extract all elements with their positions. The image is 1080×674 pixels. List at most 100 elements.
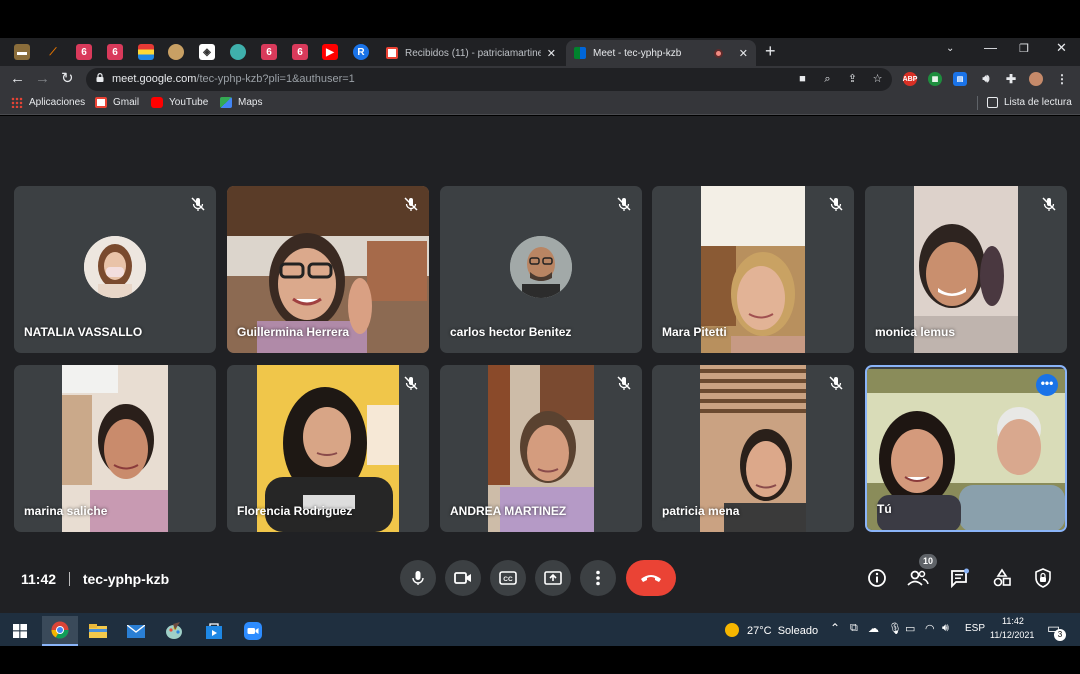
microphone-tray-icon[interactable]: 🎙︎ <box>888 622 902 635</box>
clock-date[interactable]: 11/12/2021 <box>990 630 1034 640</box>
address-bar[interactable]: meet.google.com/tec-yphp-kzb?pli=1&authu… <box>86 68 892 91</box>
participant-tile[interactable]: marina saliche <box>14 365 216 532</box>
bookmark-youtube[interactable]: YouTube <box>151 97 208 108</box>
participant-tile[interactable]: Mara Pitetti <box>652 186 854 353</box>
forward-button[interactable]: → <box>35 70 50 88</box>
close-tab-icon[interactable]: ✕ <box>739 47 748 60</box>
clock-time[interactable]: 11:42 <box>1002 616 1024 626</box>
participant-name: ANDREA MARTINEZ <box>450 504 567 518</box>
extensions-puzzle-icon[interactable]: ✚ <box>1004 72 1018 86</box>
taskbar-file-explorer[interactable] <box>80 616 116 646</box>
tab-search-icon[interactable]: ⌄ <box>946 43 954 54</box>
meeting-details-button[interactable] <box>866 567 888 589</box>
input-language[interactable]: ESP <box>965 623 985 634</box>
more-options-button[interactable]: ••• <box>1036 374 1058 396</box>
paint-palette-icon <box>166 622 182 639</box>
participant-tile[interactable]: Florencia Rodriguez <box>227 365 429 532</box>
participant-name: Florencia Rodriguez <box>237 504 353 518</box>
weather-widget[interactable]: 27°C Soleado <box>725 623 818 637</box>
recording-indicator-icon <box>713 48 723 58</box>
taskbar-paint[interactable] <box>156 616 192 646</box>
taskbar-mail[interactable] <box>118 616 154 646</box>
pinned-tab-icon[interactable]: 6 <box>76 44 92 60</box>
captions-button[interactable]: CC <box>490 560 526 596</box>
taskbar-chrome[interactable] <box>42 616 78 646</box>
restore-button[interactable]: ❐ <box>1019 42 1029 55</box>
bookmark-maps[interactable]: Maps <box>220 97 262 108</box>
profile-avatar[interactable] <box>1029 72 1043 86</box>
pinned-tab-icon[interactable]: 6 <box>107 44 123 60</box>
menu-kebab-icon[interactable]: ⋮ <box>1055 72 1069 86</box>
minimize-button[interactable]: — <box>984 40 997 55</box>
notification-count-badge: 3 <box>1054 629 1066 641</box>
participant-name: patricia mena <box>662 504 740 518</box>
apps-grid-icon <box>11 97 23 108</box>
zoom-icon[interactable]: ⌕ <box>821 73 834 86</box>
pinned-tab-icon[interactable] <box>230 44 246 60</box>
close-tab-icon[interactable]: ✕ <box>547 47 556 60</box>
pinned-tab-icon[interactable]: R <box>353 44 369 60</box>
meet-stage: NATALIA VASSALLO Guillermina Herrera car… <box>0 116 1080 613</box>
present-screen-button[interactable] <box>535 560 571 596</box>
participant-tile[interactable]: monica lemus <box>865 186 1067 353</box>
people-button[interactable] <box>907 567 929 589</box>
bookmarks-bar: Aplicaciones Gmail YouTube Maps Lista de… <box>0 93 1080 115</box>
youtube-tab-icon[interactable]: ▶ <box>322 44 338 60</box>
pinned-tab-icon[interactable]: ▬ <box>14 44 30 60</box>
chat-button[interactable] <box>949 567 971 589</box>
volume-icon[interactable]: 🔊︎ <box>942 622 949 635</box>
activities-button[interactable] <box>991 567 1013 589</box>
self-tile[interactable]: ••• Tú <box>865 365 1067 532</box>
pinned-tab-icon[interactable]: 6 <box>261 44 277 60</box>
reading-list-button[interactable]: Lista de lectura <box>987 97 1072 108</box>
grid-extension-icon[interactable]: ▦ <box>928 72 942 86</box>
participant-tile[interactable]: patricia mena <box>652 365 854 532</box>
participant-name: marina saliche <box>24 504 108 518</box>
bookmark-gmail[interactable]: Gmail <box>95 97 139 108</box>
leave-call-button[interactable] <box>626 560 676 596</box>
show-hidden-icons-chevron-icon[interactable]: ⌃ <box>830 621 840 635</box>
tab-gmail[interactable]: Recibidos (11) - patriciamartinez ✕ <box>378 40 564 66</box>
taskbar-zoom[interactable] <box>235 616 271 646</box>
tab-meet[interactable]: Meet - tec-yphp-kzb ✕ <box>566 40 756 66</box>
pinned-tab-icon[interactable] <box>138 44 154 60</box>
share-icon[interactable]: ⇪ <box>846 73 859 86</box>
new-tab-button[interactable]: + <box>765 42 776 60</box>
more-options-button[interactable] <box>580 560 616 596</box>
reload-button[interactable]: ↻ <box>61 70 74 88</box>
host-controls-button[interactable] <box>1032 567 1054 589</box>
activities-shapes-icon <box>993 568 1011 587</box>
battery-icon[interactable]: ▭ <box>905 622 915 635</box>
speaker-icon[interactable]: 🔊︎ <box>979 72 993 86</box>
pinned-tab-icon[interactable]: ⟋ <box>45 44 61 60</box>
adblock-plus-icon[interactable]: ABP <box>903 72 917 86</box>
participant-tile[interactable]: NATALIA VASSALLO <box>14 186 216 353</box>
bookmark-apps[interactable]: Aplicaciones <box>11 97 85 108</box>
close-window-button[interactable]: ✕ <box>1056 40 1067 56</box>
url-host: meet.google.com <box>112 73 197 85</box>
bookmark-star-icon[interactable]: ☆ <box>871 73 884 86</box>
gmail-icon <box>95 97 107 108</box>
screen-extension-icon[interactable]: ▤ <box>953 72 967 86</box>
participant-tile[interactable]: Guillermina Herrera <box>227 186 429 353</box>
mic-off-icon <box>404 197 418 211</box>
pinned-tab-icon[interactable]: 6 <box>292 44 308 60</box>
back-button[interactable]: ← <box>10 70 25 88</box>
microphone-button[interactable] <box>400 560 436 596</box>
onedrive-icon[interactable]: ☁ <box>868 622 879 635</box>
participant-tile[interactable]: ANDREA MARTINEZ <box>440 365 642 532</box>
meet-tray-icon[interactable]: ⧉ <box>850 622 858 635</box>
start-button[interactable] <box>2 616 38 646</box>
camera-in-use-icon[interactable]: ■ <box>796 73 809 86</box>
camera-button[interactable] <box>445 560 481 596</box>
video-camera-icon <box>454 572 471 584</box>
bookmark-label: Maps <box>238 97 263 108</box>
pinned-tab-icon[interactable] <box>168 44 184 60</box>
taskbar-store[interactable] <box>196 616 232 646</box>
browser-tab-strip: ▬ ⟋ 6 6 ◈ 6 6 ▶ R Recibidos (11) - patri… <box>0 38 1080 66</box>
pinned-tab-icon[interactable]: ◈ <box>199 44 215 60</box>
participant-tile[interactable]: carlos hector Benitez <box>440 186 642 353</box>
participant-name: Tú <box>877 502 892 516</box>
wifi-icon[interactable]: ◠ <box>925 622 935 635</box>
hang-up-icon <box>641 575 661 582</box>
